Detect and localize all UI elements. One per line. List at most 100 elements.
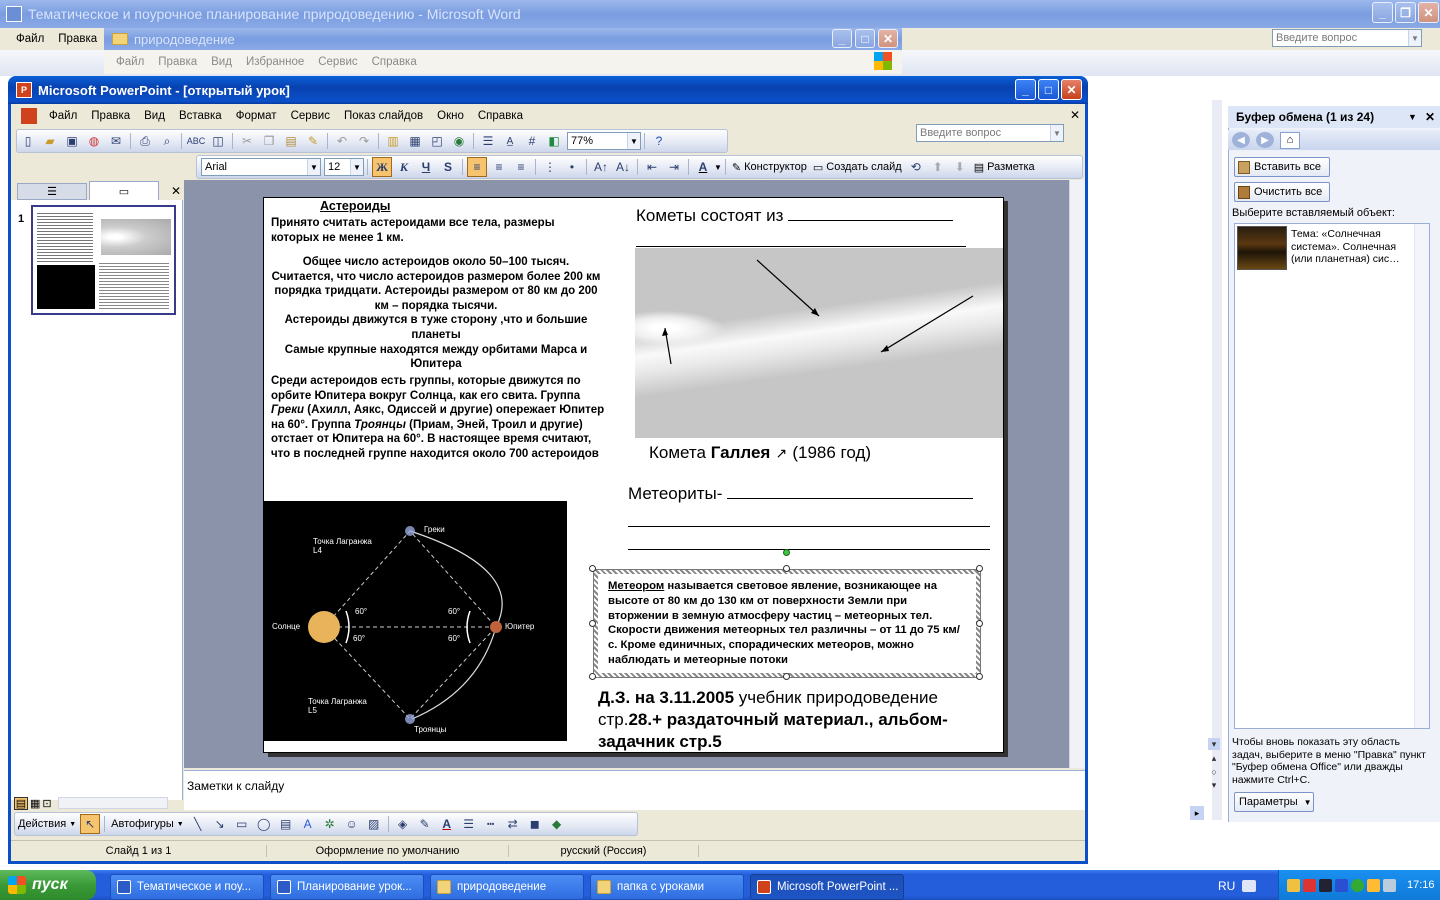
- comets-label[interactable]: Кометы состоят из: [636, 206, 954, 226]
- shadow-style-icon[interactable]: ◼: [525, 814, 545, 834]
- decrease-font-icon[interactable]: A↓: [613, 157, 633, 177]
- increase-font-icon[interactable]: A↑: [591, 157, 611, 177]
- word-vertical-scroll-controls[interactable]: ▾ ▴ ○ ▾: [1207, 738, 1221, 804]
- close-icon[interactable]: ✕: [171, 184, 181, 200]
- rotate-handle[interactable]: [783, 549, 790, 556]
- asteroids-center-text[interactable]: Общее число астероидов около 50–100 тыся…: [271, 255, 601, 372]
- permission-icon[interactable]: ◍: [84, 131, 104, 151]
- spelling-icon[interactable]: ABC: [186, 131, 206, 151]
- save-icon[interactable]: ▣: [62, 131, 82, 151]
- italic-button[interactable]: К: [394, 157, 414, 177]
- tray-app-icon[interactable]: [1367, 878, 1380, 892]
- wordart-icon[interactable]: A: [298, 814, 318, 834]
- explorer-menu-help[interactable]: Справка: [365, 56, 424, 68]
- prev-page-icon[interactable]: ▴: [1212, 753, 1217, 764]
- ppt-menu-insert[interactable]: Вставка: [172, 110, 229, 122]
- move-down-icon[interactable]: ⬇: [950, 157, 970, 177]
- tray-app-icon[interactable]: [1303, 878, 1316, 892]
- meteor-textbox[interactable]: Метеором называется световое явление, во…: [593, 569, 981, 678]
- outline-tab[interactable]: ☰: [17, 183, 87, 200]
- font-size-select[interactable]: 12 ▼: [324, 158, 364, 176]
- ppt-menu-slideshow[interactable]: Показ слайдов: [337, 110, 430, 122]
- normal-view-button[interactable]: ▤: [14, 796, 28, 810]
- ppt-menu-window[interactable]: Окно: [430, 110, 471, 122]
- notes-pane[interactable]: Заметки к слайду: [184, 770, 1085, 810]
- ppt-doc-close-icon[interactable]: ✕: [1070, 108, 1080, 122]
- ppt-menu-format[interactable]: Формат: [229, 110, 284, 122]
- align-right-button[interactable]: ≡: [511, 157, 531, 177]
- taskbar-word-doc-1[interactable]: Тематическое и поу...: [110, 874, 264, 900]
- explorer-menu-file[interactable]: Файл: [104, 56, 151, 68]
- explorer-menu-tools[interactable]: Сервис: [311, 56, 364, 68]
- align-center-button[interactable]: ≡: [489, 157, 509, 177]
- volume-icon[interactable]: [1383, 878, 1396, 892]
- word-menu-file[interactable]: Файл: [0, 33, 51, 45]
- arrow-icon[interactable]: ↘: [210, 814, 230, 834]
- horizontal-scrollbar[interactable]: [57, 797, 168, 809]
- keyboard-icon[interactable]: [1242, 880, 1256, 892]
- asteroids-groups-text[interactable]: Среди астероидов есть группы, которые дв…: [271, 374, 613, 462]
- ppt-menu-edit[interactable]: Правка: [84, 110, 137, 122]
- arrow-style-icon[interactable]: ⇄: [503, 814, 523, 834]
- fill-color-icon[interactable]: ◈: [393, 814, 413, 834]
- zoom-select[interactable]: 77% ▼: [567, 132, 641, 150]
- comet-caption[interactable]: Комета Галлея ↗ (1986 год): [649, 443, 871, 463]
- ppt-menu-help[interactable]: Справка: [471, 110, 530, 122]
- picture-icon[interactable]: ▨: [364, 814, 384, 834]
- comet-halley-image[interactable]: [635, 248, 1003, 438]
- align-left-button[interactable]: ≡: [467, 157, 487, 177]
- resize-handle[interactable]: [976, 620, 983, 627]
- forward-icon[interactable]: ▶: [1256, 132, 1274, 148]
- ppt-maximize-button[interactable]: □: [1038, 79, 1059, 100]
- taskbar-powerpoint[interactable]: Microsoft PowerPoint ...: [750, 874, 904, 900]
- slide-thumbnail[interactable]: [31, 205, 176, 315]
- close-icon[interactable]: ✕: [1425, 110, 1435, 124]
- meteorites-label[interactable]: Метеориты-: [628, 484, 974, 504]
- explorer-menu-edit[interactable]: Правка: [151, 56, 204, 68]
- ppt-minimize-button[interactable]: _: [1015, 79, 1036, 100]
- redo-icon[interactable]: ↷: [354, 131, 374, 151]
- autoshapes-menu[interactable]: Автофигуры ▼: [108, 818, 187, 830]
- browse-object-icon[interactable]: ○: [1211, 767, 1216, 777]
- rectangle-icon[interactable]: ▭: [232, 814, 252, 834]
- word-maximize-button[interactable]: ❐: [1395, 2, 1416, 23]
- resize-handle[interactable]: [589, 673, 596, 680]
- back-icon[interactable]: ◀: [1232, 132, 1250, 148]
- actions-menu[interactable]: Действия ▼: [15, 818, 79, 830]
- ppt-help-search[interactable]: Введите вопрос ▼: [916, 124, 1064, 142]
- asteroids-title[interactable]: Астероиды: [320, 199, 390, 214]
- diagram-icon[interactable]: ✲: [320, 814, 340, 834]
- clipart-icon[interactable]: ☺: [342, 814, 362, 834]
- grid-icon[interactable]: #: [522, 131, 542, 151]
- textbox-icon[interactable]: ▤: [276, 814, 296, 834]
- designer-button[interactable]: ✎ Конструктор: [729, 161, 810, 174]
- paste-icon[interactable]: ▤: [281, 131, 301, 151]
- taskbar-language[interactable]: RU: [1218, 879, 1235, 893]
- paste-all-button[interactable]: Вставить все: [1234, 157, 1330, 177]
- slides-tab[interactable]: ▭: [89, 181, 159, 200]
- start-button[interactable]: пуск: [0, 870, 96, 900]
- select-objects-icon[interactable]: ↖: [80, 814, 101, 834]
- word-hscroll-right[interactable]: ▸: [1190, 806, 1204, 820]
- clipboard-list-scrollbar[interactable]: [1414, 224, 1429, 728]
- explorer-maximize-button[interactable]: □: [855, 29, 875, 48]
- resize-handle[interactable]: [589, 565, 596, 572]
- word-title-bar[interactable]: Тематическое и поурочное планирование пр…: [0, 0, 1440, 28]
- layout-button[interactable]: ▤ Разметка: [971, 161, 1038, 174]
- cut-icon[interactable]: ✂: [237, 131, 257, 151]
- home-icon[interactable]: ⌂: [1280, 131, 1300, 149]
- chevron-down-icon[interactable]: ▼: [1408, 112, 1417, 122]
- line-color-icon[interactable]: ✎: [415, 814, 435, 834]
- new-slide-button[interactable]: ▭ Создать слайд: [810, 161, 905, 174]
- chevron-down-icon[interactable]: ▼: [714, 163, 722, 172]
- move-up-icon[interactable]: ⬆: [928, 157, 948, 177]
- bold-button[interactable]: Ж: [372, 157, 392, 177]
- ppt-menu-file[interactable]: Файл: [37, 110, 84, 122]
- ppt-title-bar[interactable]: P Microsoft PowerPoint - [открытый урок]…: [8, 76, 1088, 104]
- insert-chart-icon[interactable]: ▥: [383, 131, 403, 151]
- taskbar-folder-prirodovedenie[interactable]: природоведение: [430, 874, 584, 900]
- slide-vertical-scrollbar[interactable]: [1069, 180, 1085, 768]
- tray-app-icon[interactable]: [1287, 878, 1300, 892]
- ppt-menu-tools[interactable]: Сервис: [284, 110, 337, 122]
- word-close-button[interactable]: ✕: [1418, 2, 1439, 23]
